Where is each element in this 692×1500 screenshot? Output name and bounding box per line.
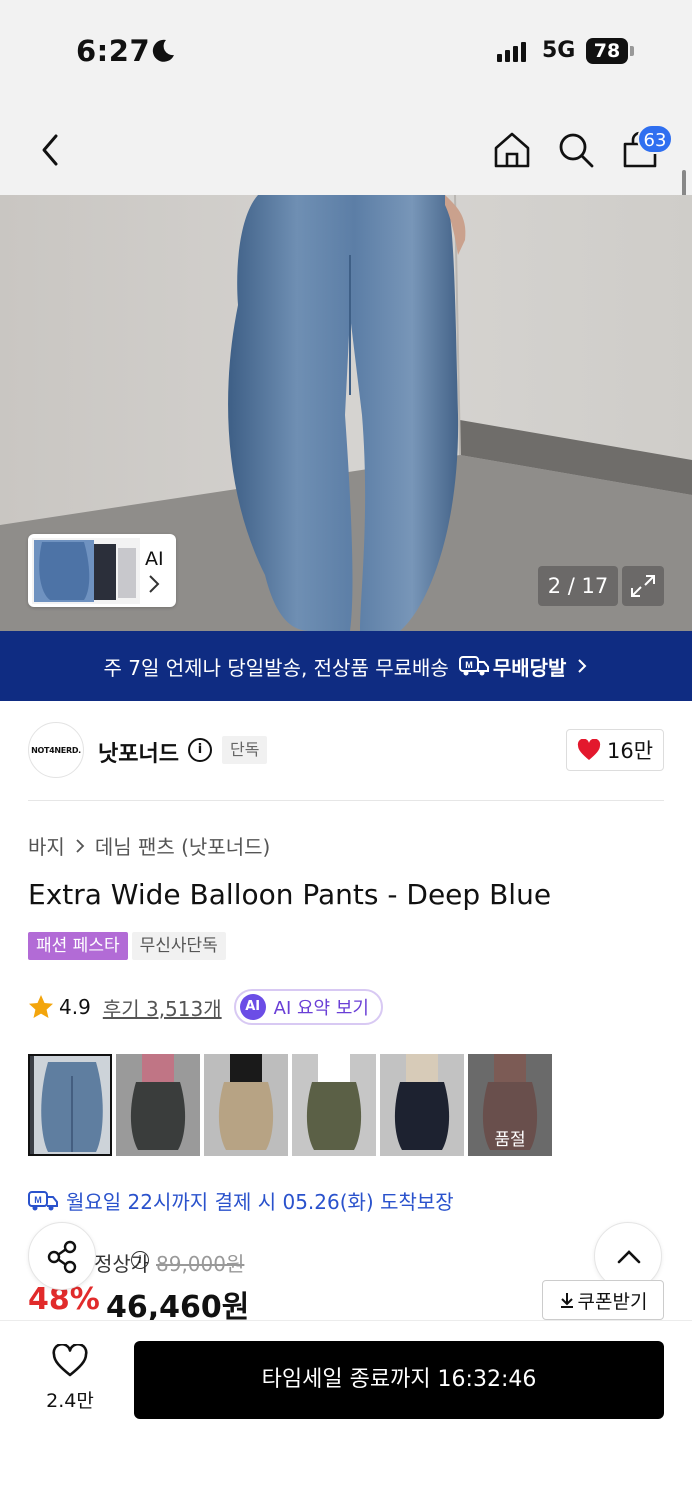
network-label: 5G	[542, 38, 576, 63]
ai-summary-label: AI 요약 보기	[273, 998, 369, 1019]
back-arrow-icon[interactable]	[36, 132, 64, 168]
home-icon[interactable]	[492, 130, 532, 170]
brand-like-count: 16만	[606, 739, 654, 763]
review-link[interactable]: 후기 3,513개	[103, 993, 222, 1022]
brand-logo[interactable]: NOT4NERD.	[28, 722, 84, 778]
color-swatch[interactable]	[204, 1054, 288, 1156]
shipping-banner[interactable]: 주 7일 언제나 당일발송, 전상품 무료배송 M 무배당발	[0, 631, 692, 701]
battery-icon: 78	[586, 38, 628, 64]
status-time: 6:27	[76, 34, 151, 68]
soldout-label: 품절	[494, 1130, 526, 1150]
status-bar: 6:27 5G 78	[0, 0, 692, 100]
brand-name[interactable]: 낫포너드	[98, 736, 179, 768]
battery-tip	[630, 46, 634, 56]
color-swatch[interactable]	[292, 1054, 376, 1156]
chevron-right-icon	[149, 575, 160, 593]
expand-icon	[631, 575, 655, 597]
breadcrumb-subcategory[interactable]: 데님 팬츠 (낫포너드)	[95, 831, 271, 860]
brand-like-button[interactable]: 16만	[566, 729, 664, 771]
delivery-truck-icon: M	[458, 656, 489, 676]
signal-icon	[497, 42, 526, 62]
ai-thumbnail	[32, 538, 140, 604]
star-icon	[29, 995, 53, 1018]
delivery-text: 월요일 22시까지 결제 시 05.26(화) 도착보장	[66, 1190, 454, 1214]
color-options: 품절	[28, 1054, 552, 1156]
coupon-button[interactable]: 쿠폰받기	[542, 1280, 664, 1320]
chevron-right-icon	[578, 659, 587, 673]
ai-styling-card[interactable]: AI	[28, 534, 176, 607]
svg-text:M: M	[465, 660, 473, 670]
share-icon	[47, 1240, 77, 1274]
delivery-guarantee[interactable]: M 월요일 22시까지 결제 시 05.26(화) 도착보장	[28, 1186, 454, 1215]
color-swatch[interactable]	[116, 1054, 200, 1156]
original-price: 89,000원	[156, 1252, 245, 1276]
buy-button[interactable]: 타임세일 종료까지 16:32:46	[134, 1341, 664, 1419]
color-swatch[interactable]	[380, 1054, 464, 1156]
info-icon[interactable]: i	[131, 1251, 149, 1269]
moon-icon	[152, 39, 174, 62]
info-icon[interactable]: i	[188, 738, 212, 762]
breadcrumb: 바지 데님 팬츠 (낫포너드)	[28, 831, 270, 860]
product-title: Extra Wide Balloon Pants - Deep Blue	[28, 878, 552, 911]
banner-service: M 무배당발	[458, 652, 567, 681]
coupon-label: 쿠폰받기	[577, 1290, 648, 1313]
divider	[28, 800, 664, 801]
wishlist-button[interactable]: 2.4만	[30, 1342, 110, 1413]
download-icon	[560, 1293, 573, 1308]
delivery-truck-icon: M	[28, 1190, 58, 1210]
ai-badge-icon: AI	[239, 994, 266, 1020]
banner-service-name: 무배당발	[492, 655, 567, 680]
search-icon[interactable]	[556, 130, 596, 170]
share-button[interactable]	[28, 1222, 96, 1290]
cart-count-badge: 63	[637, 124, 673, 154]
ai-label: AI	[145, 548, 164, 570]
heart-filled-icon	[577, 739, 601, 760]
ai-summary-button[interactable]: AI AI 요약 보기	[233, 989, 383, 1025]
svg-text:M: M	[34, 1195, 42, 1205]
color-swatch[interactable]	[28, 1054, 112, 1156]
chevron-right-icon	[76, 838, 85, 853]
heart-outline-icon	[52, 1342, 88, 1377]
wishlist-count: 2.4만	[46, 1390, 94, 1412]
exclusive-badge: 무신사단독	[131, 932, 226, 960]
rating-row: 4.9 후기 3,513개 AI AI 요약 보기	[28, 989, 383, 1025]
banner-text: 주 7일 언제나 당일발송, 전상품 무료배송	[103, 655, 449, 680]
image-counter: 2 / 17	[538, 566, 618, 606]
rating-score: 4.9	[59, 995, 91, 1019]
expand-button[interactable]	[622, 566, 664, 606]
color-swatch-soldout[interactable]: 품절	[468, 1054, 552, 1156]
breadcrumb-category[interactable]: 바지	[28, 831, 65, 860]
festa-badge: 패션 페스타	[28, 932, 128, 960]
product-badges: 패션 페스타 무신사단독	[28, 932, 226, 960]
exclusive-tag: 단독	[222, 736, 268, 764]
